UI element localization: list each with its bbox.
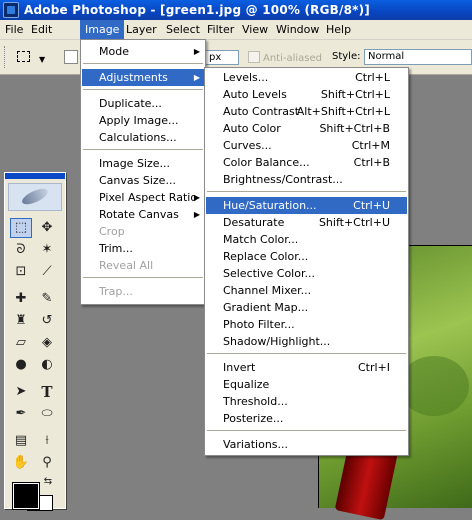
menu-item-selective-color[interactable]: Selective Color... [206, 265, 407, 282]
toolbox: ⬚ ✥ ᘐ ✶ ⊡ ⟋ ✚ ✎ ♜ ↺ ▱ ◈ ● ◐ ➤ T ✒ ⬭ ▤ ⟊ … [4, 172, 66, 511]
menu-item-equalize[interactable]: Equalize [206, 376, 407, 393]
hand-icon[interactable]: ✋ [10, 453, 32, 473]
photoshop-app-icon[interactable] [3, 2, 19, 18]
submenu-arrow-icon: ▶ [193, 47, 200, 56]
style-select[interactable]: Normal [364, 49, 472, 65]
menu-separator [207, 353, 406, 354]
grass-shadow [399, 356, 469, 416]
menu-item-calculations[interactable]: Calculations... [82, 129, 204, 146]
eyedropper-icon[interactable]: ⟊ [36, 431, 58, 451]
options-bar-grip[interactable] [4, 46, 8, 68]
menu-layer[interactable]: Layer [126, 23, 157, 36]
toolbox-title-bar[interactable] [5, 173, 65, 179]
anti-aliased-label: Anti-aliased [263, 53, 323, 64]
menu-item-levels[interactable]: Levels... Ctrl+L [206, 69, 407, 86]
history-brush-icon[interactable]: ↺ [36, 311, 58, 331]
submenu-arrow-icon: ▶ [193, 193, 200, 202]
menu-item-pixel-aspect-ratio[interactable]: Pixel Aspect Ratio ▶ [82, 189, 204, 206]
menu-image[interactable]: Image [80, 20, 125, 39]
pen-icon[interactable]: ✒ [10, 404, 32, 424]
menu-window[interactable]: Window [276, 23, 319, 36]
menu-item-reveal-all: Reveal All [99, 259, 154, 272]
eraser-icon[interactable]: ▱ [10, 333, 32, 353]
menu-item-auto-color[interactable]: Auto Color Shift+Ctrl+B [206, 120, 407, 137]
menu-item-crop: Crop [99, 225, 125, 238]
lasso-icon[interactable]: ᘐ [10, 240, 32, 260]
submenu-arrow-icon: ▶ [193, 73, 200, 82]
blur-icon[interactable]: ● [10, 355, 32, 375]
menu-help[interactable]: Help [326, 23, 351, 36]
dodge-icon[interactable]: ◐ [36, 355, 58, 375]
adjustments-submenu: Levels... Ctrl+L Auto Levels Shift+Ctrl+L … [204, 67, 409, 456]
menu-item-rotate-canvas[interactable]: Rotate Canvas ▶ [82, 206, 204, 223]
chevron-down-icon: ▼ [39, 55, 46, 64]
rectangular-marquee-icon [17, 51, 30, 62]
menu-item-desaturate[interactable]: Desaturate Shift+Ctrl+U [206, 214, 407, 231]
style-label: Style: [332, 51, 361, 62]
menu-item-mode[interactable]: Mode ▶ [82, 43, 204, 60]
menu-item-photo-filter[interactable]: Photo Filter... [206, 316, 407, 333]
title-bar: Adobe Photoshop - [green1.jpg @ 100% (RG… [0, 0, 472, 20]
anti-aliased-checkbox[interactable]: Anti-aliased [248, 51, 322, 64]
feather-field[interactable]: px [205, 50, 239, 65]
paint-bucket-icon[interactable]: ◈ [36, 333, 58, 353]
crop-icon[interactable]: ⊡ [10, 262, 32, 282]
menu-edit[interactable]: Edit [31, 23, 52, 36]
move-icon[interactable]: ✥ [36, 218, 58, 238]
menu-item-hue-saturation[interactable]: Hue/Saturation... Ctrl+U [206, 197, 407, 214]
slice-icon[interactable]: ⟋ [36, 262, 58, 282]
menu-separator [83, 277, 203, 278]
adobe-online-icon[interactable] [8, 183, 62, 211]
menu-item-variations[interactable]: Variations... [206, 436, 407, 453]
notes-icon[interactable]: ▤ [10, 431, 32, 451]
menu-separator [207, 430, 406, 431]
menu-item-gradient-map[interactable]: Gradient Map... [206, 299, 407, 316]
menu-item-trap: Trap... [99, 285, 133, 298]
type-icon[interactable]: T [36, 382, 58, 402]
menu-item-posterize[interactable]: Posterize... [206, 410, 407, 427]
menu-item-shadow-highlight[interactable]: Shadow/Highlight... [206, 333, 407, 350]
menu-item-channel-mixer[interactable]: Channel Mixer... [206, 282, 407, 299]
menu-item-canvas-size[interactable]: Canvas Size... [82, 172, 204, 189]
menu-view[interactable]: View [242, 23, 268, 36]
menu-item-curves[interactable]: Curves... Ctrl+M [206, 137, 407, 154]
healing-brush-icon[interactable]: ✚ [10, 289, 32, 309]
new-selection-button[interactable] [64, 50, 78, 64]
menu-item-replace-color[interactable]: Replace Color... [206, 248, 407, 265]
swap-colors-icon[interactable]: ⇆ [41, 475, 55, 489]
zoom-icon[interactable]: ⚲ [36, 453, 58, 473]
menu-item-color-balance[interactable]: Color Balance... Ctrl+B [206, 154, 407, 171]
menu-item-adjustments[interactable]: Adjustments ▶ [82, 69, 204, 86]
menu-bar: File Edit Image Layer Select Filter View… [0, 20, 472, 40]
menu-separator [207, 191, 406, 192]
menu-separator [83, 63, 203, 64]
path-selection-icon[interactable]: ➤ [10, 382, 32, 402]
menu-item-auto-levels[interactable]: Auto Levels Shift+Ctrl+L [206, 86, 407, 103]
foreground-color-swatch[interactable] [13, 483, 39, 509]
menu-item-apply-image[interactable]: Apply Image... [82, 112, 204, 129]
brush-icon[interactable]: ✎ [36, 289, 58, 309]
menu-separator [83, 149, 203, 150]
menu-item-duplicate[interactable]: Duplicate... [82, 95, 204, 112]
menu-item-trim[interactable]: Trim... [82, 240, 204, 257]
menu-item-threshold[interactable]: Threshold... [206, 393, 407, 410]
menu-item-image-size[interactable]: Image Size... [82, 155, 204, 172]
submenu-arrow-icon: ▶ [193, 210, 200, 219]
menu-separator [83, 89, 203, 90]
image-menu: Mode ▶ Adjustments ▶ Duplicate... Apply Im… [80, 39, 206, 305]
menu-item-auto-contrast[interactable]: Auto Contrast Alt+Shift+Ctrl+L [206, 103, 407, 120]
menu-filter[interactable]: Filter [207, 23, 234, 36]
window-title: Adobe Photoshop - [green1.jpg @ 100% (RG… [24, 3, 370, 17]
menu-item-invert[interactable]: Invert Ctrl+I [206, 359, 407, 376]
clone-stamp-icon[interactable]: ♜ [10, 311, 32, 331]
menu-item-brightness-contrast[interactable]: Brightness/Contrast... [206, 171, 407, 188]
menu-file[interactable]: File [5, 23, 23, 36]
magic-wand-icon[interactable]: ✶ [36, 240, 58, 260]
menu-select[interactable]: Select [166, 23, 200, 36]
tool-preset-picker[interactable]: ▼ [14, 47, 45, 67]
checkbox-icon [248, 51, 260, 63]
menu-item-match-color[interactable]: Match Color... [206, 231, 407, 248]
ellipse-icon[interactable]: ⬭ [36, 404, 58, 424]
rectangular-marquee-icon[interactable]: ⬚ [10, 218, 32, 238]
